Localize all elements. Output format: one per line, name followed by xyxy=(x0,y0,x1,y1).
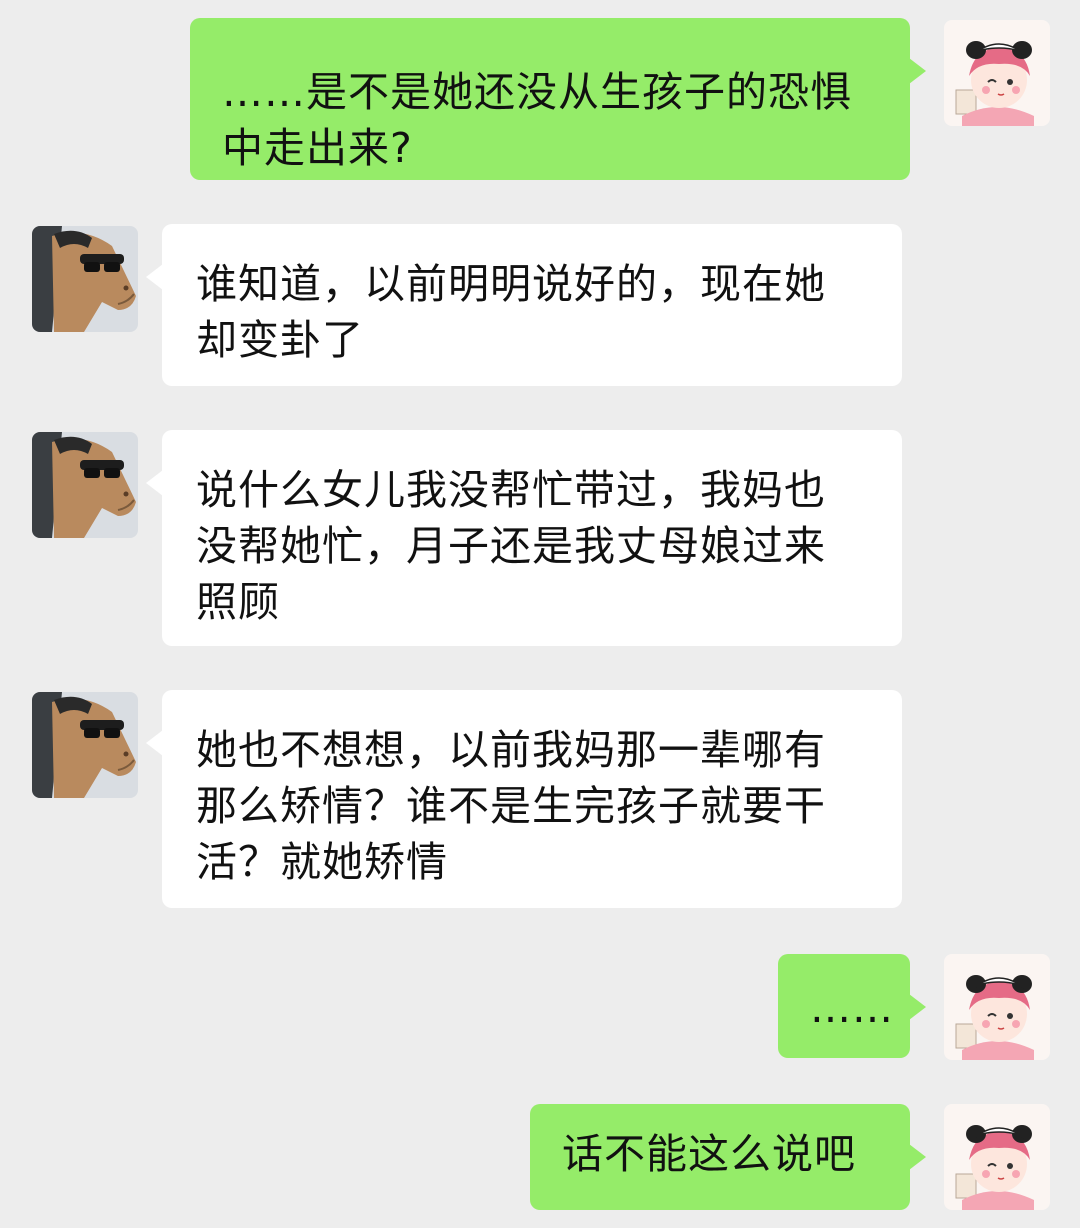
chat-window: ……是不是她还没从生孩子的恐惧 中走出来? 谁知道，以前明明说好的，现在她 却变… xyxy=(0,0,1080,1228)
message-bubble[interactable]: 谁知道，以前明明说好的，现在她 却变卦了 xyxy=(146,224,902,386)
message-bubble[interactable]: …… xyxy=(778,954,926,1058)
panda-girl-avatar[interactable] xyxy=(944,954,1050,1060)
message-bubble[interactable]: 说什么女儿我没帮忙带过，我妈也 没帮她忙，月子还是我丈母娘过来 照顾 xyxy=(146,430,902,646)
horse-avatar[interactable] xyxy=(32,226,138,332)
horse-avatar[interactable] xyxy=(32,692,138,798)
message-bubble[interactable]: 话不能这么说吧 xyxy=(530,1104,926,1210)
message-bubble[interactable]: ……是不是她还没从生孩子的恐惧 中走出来? xyxy=(190,18,926,180)
horse-avatar[interactable] xyxy=(32,432,138,538)
panda-girl-avatar[interactable] xyxy=(944,20,1050,126)
message-bubble[interactable]: 她也不想想，以前我妈那一辈哪有 那么矫情？谁不是生完孩子就要干 活？就她矫情 xyxy=(146,690,902,908)
panda-girl-avatar[interactable] xyxy=(944,1104,1050,1210)
